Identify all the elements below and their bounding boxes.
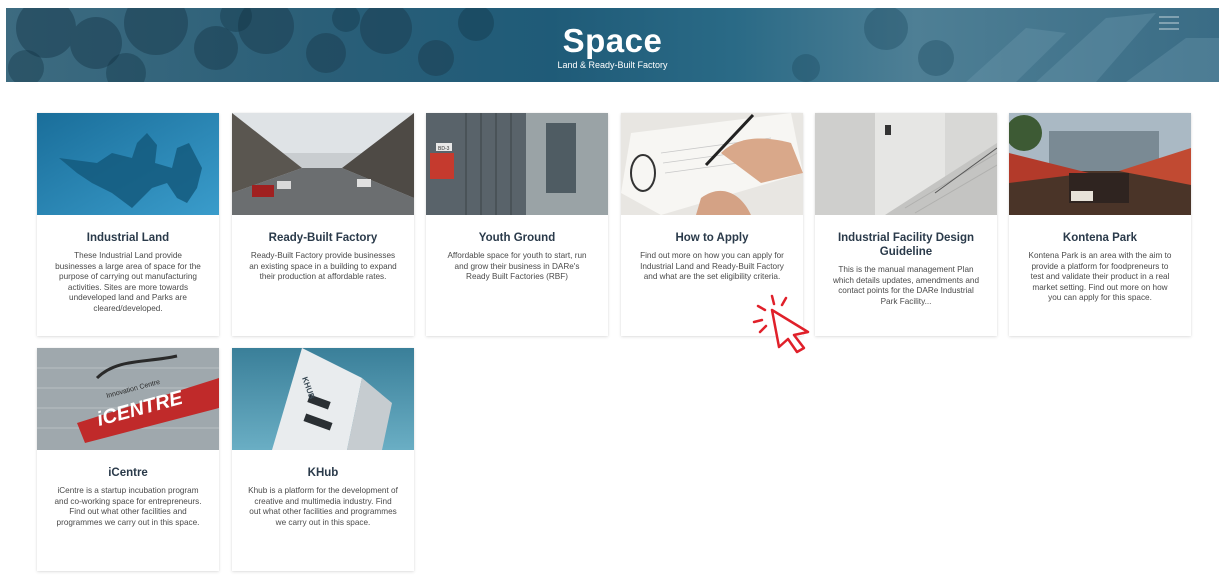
- card-industrial-land[interactable]: Industrial Land These Industrial Land pr…: [37, 113, 219, 336]
- page: Space Land & Ready-Built Factory Industr…: [0, 0, 1219, 588]
- icentre-image: iCENTRE Innovation Centre: [37, 348, 219, 450]
- page-subtitle: Land & Ready-Built Factory: [557, 60, 668, 70]
- card-title: How to Apply: [675, 232, 749, 244]
- card-description: This is the manual management Plan which…: [832, 265, 980, 306]
- card-icentre[interactable]: iCENTRE Innovation Centre iCentre iCentr…: [37, 348, 219, 571]
- youth-ground-image: BD-3: [426, 113, 608, 215]
- card-description: iCentre is a startup incubation program …: [54, 486, 202, 527]
- ready-built-factory-image: [232, 113, 414, 215]
- card-title: Industrial Land: [86, 232, 170, 244]
- industrial-land-image: [37, 113, 219, 215]
- card-ready-built-factory[interactable]: Ready-Built Factory Ready-Built Factory …: [232, 113, 414, 336]
- card-description: Kontena Park is an area with the aim to …: [1028, 251, 1172, 302]
- card-description: Affordable space for youth to start, run…: [447, 251, 587, 281]
- how-to-apply-image: [621, 113, 803, 215]
- card-title: KHub: [307, 467, 339, 479]
- youth-sign-text: BD-3: [438, 146, 450, 152]
- page-title: Space: [562, 22, 663, 59]
- card-title: Ready-Built Factory: [268, 232, 378, 244]
- card-description: Ready-Built Factory provide businesses a…: [249, 251, 397, 281]
- menu-icon[interactable]: [1159, 16, 1179, 30]
- card-youth-ground[interactable]: BD-3 Youth Ground Affordable space for y…: [426, 113, 608, 336]
- card-kontena-park[interactable]: Kontena Park Kontena Park is an area wit…: [1009, 113, 1191, 336]
- kontena-park-image: [1009, 113, 1191, 215]
- card-description: These Industrial Land provide businesses…: [55, 251, 201, 313]
- card-description: Khub is a platform for the development o…: [248, 486, 398, 527]
- card-description: Find out more on how you can apply for I…: [640, 251, 784, 281]
- pointer-cursor-icon: [752, 294, 810, 354]
- card-title: Industrial Facility Design Guideline: [837, 232, 975, 258]
- card-title: iCentre: [108, 467, 148, 479]
- hero-banner: Space Land & Ready-Built Factory: [6, 8, 1219, 82]
- card-khub[interactable]: KHUB KHub Khub is a platform for the dev…: [232, 348, 414, 571]
- card-facility-design-guideline[interactable]: Industrial Facility Design Guideline Thi…: [815, 113, 997, 336]
- card-title: Youth Ground: [478, 232, 556, 244]
- khub-image: KHUB: [232, 348, 414, 450]
- card-title: Kontena Park: [1062, 232, 1138, 244]
- facility-guideline-image: [815, 113, 997, 215]
